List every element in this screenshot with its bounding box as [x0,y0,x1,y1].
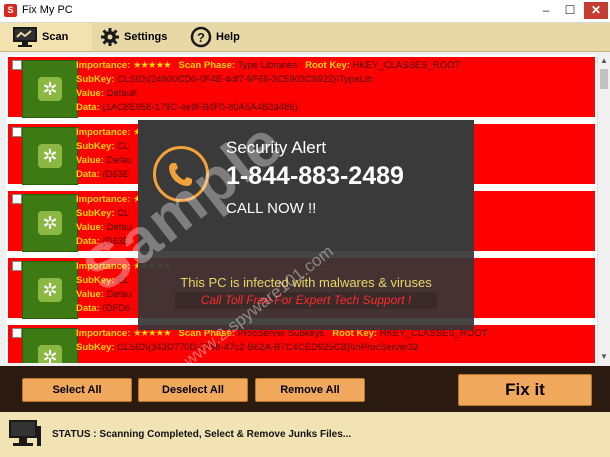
tab-help-label: Help [216,31,240,43]
call-now-text: CALL NOW !! [226,200,317,217]
row-subkey-line: SubKey: CLSID\{343D770D-7788-47c2-B62A-B… [76,342,419,353]
status-bar: STATUS : Scanning Completed, Select & Re… [0,412,610,457]
title-bar: S Fix My PC – ☐ ✕ [0,0,610,23]
computer-icon [9,420,41,446]
row-value-line: Value: Default [76,88,137,99]
row-data-line: Data: {1AC8E958-179C-4e9f-B4F0-80A5A4B33… [76,102,298,113]
fix-it-button[interactable]: Fix it [458,374,592,406]
gear-icon: ✲ [38,345,62,363]
row-checkbox[interactable] [12,328,22,338]
select-all-button[interactable]: Select All [22,378,132,402]
action-bar: Select All Deselect All Remove All Fix i… [0,366,610,412]
gear-icon: ✲ [38,211,62,235]
remove-all-button[interactable]: Remove All [255,378,365,402]
phone-icon [153,146,209,202]
row-importance-line: Importance: ★★★★★ Scan Phase: Type Libra… [76,60,461,71]
row-value-line: Value: Defau [76,222,132,233]
row-icon-tile: ✲ [22,60,78,118]
star-rating-icon: ★★★★★ [133,60,172,71]
scroll-down-icon[interactable]: ▼ [598,351,610,363]
toll-free-text: Call Toll Free For Expert Tech Support ! [175,292,437,309]
main-toolbar: Scan Settings ? Help [0,23,610,52]
tab-settings-label: Settings [124,31,168,43]
row-icon-tile: ✲ [22,328,78,363]
maximize-icon[interactable]: ☐ [558,2,582,19]
close-icon[interactable]: ✕ [584,2,608,19]
row-checkbox[interactable] [12,60,22,70]
security-alert-popup[interactable]: Security Alert 1-844-883-2489 CALL NOW !… [138,120,474,330]
row-checkbox[interactable] [12,194,22,204]
row-checkbox[interactable] [12,127,22,137]
row-data-line: Data: {D63E [76,169,130,180]
row-icon-tile: ✲ [22,261,78,319]
popup-header: Security Alert 1-844-883-2489 CALL NOW !… [138,120,474,250]
monitor-icon [13,27,37,47]
row-subkey-line: SubKey: CL [76,275,130,286]
tab-scan-label: Scan [42,31,69,43]
row-checkbox[interactable] [12,261,22,271]
row-value-line: Value: Defau [76,155,132,166]
tab-settings[interactable]: Settings [100,23,180,51]
row-subkey-line: SubKey: CL [76,208,130,219]
app-icon: S [4,4,17,17]
phone-number: 1-844-883-2489 [226,162,404,190]
gear-icon: ✲ [38,77,62,101]
tab-scan[interactable]: Scan [0,23,92,51]
row-value-line: Value: Defau [76,289,132,300]
row-subkey-line: SubKey: CL [76,141,130,152]
row-icon-tile: ✲ [22,194,78,252]
tab-help[interactable]: ? Help [190,23,260,51]
row-icon-tile: ✲ [22,127,78,185]
list-item[interactable]: ✲ Importance: ★★★★★ Scan Phase: Type Lib… [6,55,597,119]
row-data-line: Data: {D63E [76,236,130,247]
svg-text:?: ? [197,30,205,45]
row-data-line: Data: {DFD6 [76,303,131,314]
alert-title: Security Alert [226,138,327,157]
status-text: STATUS : Scanning Completed, Select & Re… [52,429,352,440]
window-title: Fix My PC [22,4,73,16]
minimize-icon[interactable]: – [534,2,558,19]
list-scrollbar[interactable]: ▲ ▼ [597,55,610,363]
help-icon: ? [190,26,212,48]
deselect-all-button[interactable]: Deselect All [138,378,248,402]
scroll-up-icon[interactable]: ▲ [598,55,610,67]
gear-icon [101,28,119,46]
gear-icon: ✲ [38,144,62,168]
row-subkey-line: SubKey: CLSID\{24800CD0-0F4E-4df7-9F69-3… [76,74,373,85]
scroll-thumb[interactable] [600,69,608,89]
gear-icon: ✲ [38,278,62,302]
infected-warning: This PC is infected with malwares & viru… [180,275,432,290]
